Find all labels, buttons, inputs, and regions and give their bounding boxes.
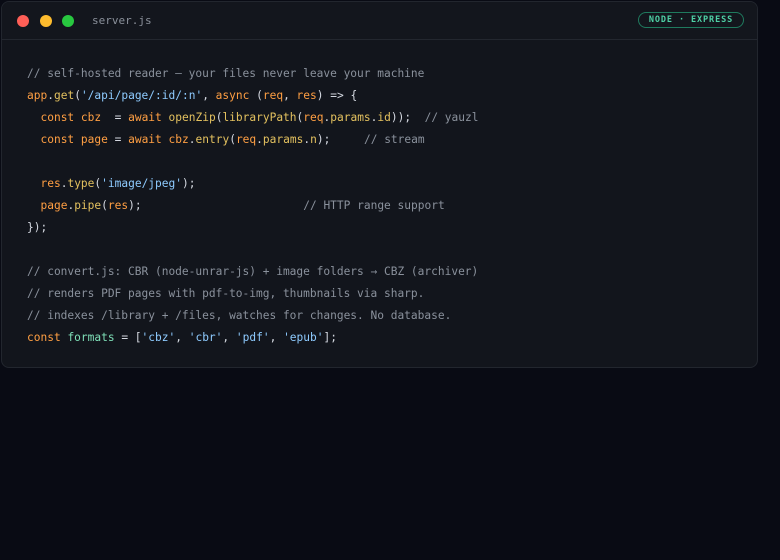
code-token: ,: [222, 331, 236, 344]
code-block: // self-hosted reader — your files never…: [27, 63, 478, 349]
code-line: page.pipe(res); // HTTP range support: [27, 195, 478, 217]
code-token: // HTTP range support: [303, 199, 445, 212]
code-token: ));: [390, 111, 425, 124]
code-token: = [: [114, 331, 142, 344]
code-token: cbz: [80, 111, 102, 124]
code-token: (: [74, 89, 81, 102]
code-token: ,: [175, 331, 189, 344]
code-token: =: [101, 111, 129, 124]
code-token: await: [128, 133, 162, 146]
code-token: page: [40, 199, 68, 212]
code-token: res: [107, 199, 129, 212]
code-token: req: [235, 133, 257, 146]
code-token: =: [107, 133, 129, 146]
code-token: // self-hosted reader — your files never…: [27, 67, 425, 80]
code-line: // self-hosted reader — your files never…: [27, 63, 478, 85]
code-token: ,: [202, 89, 216, 102]
code-token: 'image/jpeg': [101, 177, 182, 190]
code-token: n: [310, 133, 317, 146]
code-token: (: [101, 199, 108, 212]
code-token: 'cbz': [141, 331, 176, 344]
code-token: const: [27, 331, 61, 344]
code-token: );: [181, 177, 196, 190]
title-bar: server.js NODE · EXPRESS: [2, 2, 757, 40]
code-token: id: [377, 111, 391, 124]
code-token: entry: [195, 133, 230, 146]
code-token: .: [188, 133, 196, 146]
code-line: app.get('/api/page/:id/:n', async (req, …: [27, 85, 478, 107]
code-token: cbz: [168, 133, 189, 146]
code-token: req: [303, 111, 324, 124]
code-token: ) => {: [316, 89, 358, 102]
code-token: // convert.js: CBR (node-unrar-js) + ima…: [27, 265, 479, 278]
code-line: // indexes /library + /files, watches fo…: [27, 305, 478, 327]
code-token: page: [80, 133, 108, 146]
code-token: pipe: [74, 199, 102, 212]
code-token: // stream: [363, 133, 425, 146]
code-window: server.js NODE · EXPRESS // self-hosted …: [1, 1, 758, 368]
code-token: ,: [269, 331, 284, 344]
code-token: openZip: [168, 111, 216, 124]
code-token: libraryPath: [222, 111, 297, 124]
code-token: (: [229, 133, 236, 146]
code-line: const page = await cbz.entry(req.params.…: [27, 129, 478, 151]
code-line: // convert.js: CBR (node-unrar-js) + ima…: [27, 261, 478, 283]
code-token: await: [128, 111, 162, 124]
code-token: params: [330, 111, 371, 124]
code-token: // indexes /library + /files, watches fo…: [27, 309, 452, 322]
code-token: );: [316, 133, 364, 146]
code-token: res: [40, 177, 61, 190]
file-name: server.js: [92, 14, 152, 27]
code-token: '/api/page/:id/:n': [80, 89, 203, 102]
code-token: 'pdf': [235, 331, 270, 344]
code-token: // yauzl: [424, 111, 479, 124]
code-token: formats: [67, 331, 115, 344]
minimize-window-button[interactable]: [40, 15, 52, 27]
code-token: 'cbr': [188, 331, 223, 344]
code-token: ,: [283, 89, 297, 102]
code-token: get: [53, 89, 75, 102]
code-token: 'epub': [283, 331, 324, 344]
code-token: .: [47, 89, 54, 102]
close-window-button[interactable]: [17, 15, 29, 27]
code-line: const cbz = await openZip(libraryPath(re…: [27, 107, 478, 129]
code-token: });: [27, 221, 48, 234]
stack-badge: NODE · EXPRESS: [638, 12, 744, 28]
code-token: res: [296, 89, 317, 102]
code-token: const: [40, 111, 75, 124]
code-token: params: [262, 133, 304, 146]
code-token: .: [256, 133, 263, 146]
code-line: const formats = ['cbz', 'cbr', 'pdf', 'e…: [27, 327, 478, 349]
code-token: async: [215, 89, 250, 102]
code-line: });: [27, 217, 478, 239]
code-token: // renders PDF pages with pdf-to-img, th…: [27, 287, 425, 300]
code-token: (: [249, 89, 263, 102]
code-token: );: [128, 199, 304, 212]
code-token: app: [27, 89, 48, 102]
maximize-window-button[interactable]: [62, 15, 74, 27]
code-token: type: [67, 177, 95, 190]
code-token: ];: [323, 331, 337, 344]
code-line: // renders PDF pages with pdf-to-img, th…: [27, 283, 478, 305]
code-token: req: [262, 89, 284, 102]
code-line: res.type('image/jpeg');: [27, 173, 478, 195]
code-token: const: [40, 133, 75, 146]
